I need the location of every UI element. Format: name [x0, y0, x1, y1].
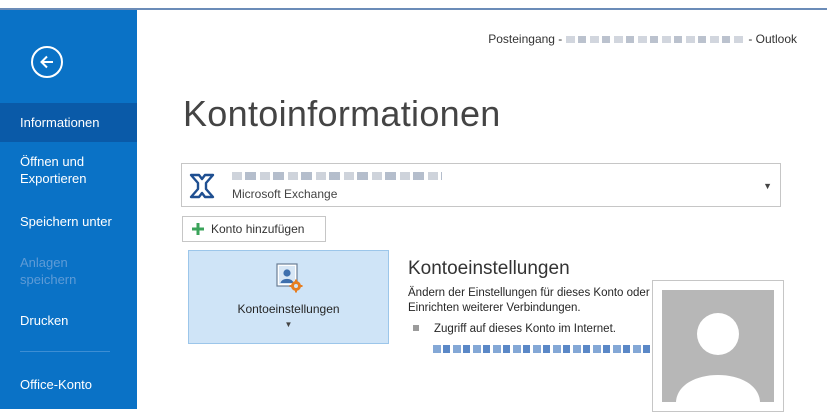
sidebar-item-label: Office-Konto	[20, 377, 93, 392]
window-title-suffix: - Outlook	[748, 32, 797, 46]
account-settings-description: Ändern der Einstellungen für dieses Kont…	[408, 287, 650, 314]
bullet-icon	[413, 325, 419, 331]
sidebar-item-office-konto[interactable]: Office-Konto	[0, 376, 137, 393]
sidebar-item-label-line2: Exportieren	[20, 171, 87, 186]
page-title: Kontoinformationen	[183, 93, 501, 134]
sidebar-item-drucken[interactable]: Drucken	[0, 312, 137, 329]
chevron-down-icon: ▼	[763, 181, 772, 191]
main-content: Posteingang - - Outlook Kontoinformatione…	[137, 10, 827, 412]
sidebar-divider	[20, 351, 110, 352]
default-person-icon	[662, 290, 774, 402]
redacted-account-name	[566, 36, 745, 44]
account-settings-icon	[276, 263, 303, 293]
account-selector[interactable]: Microsoft Exchange ▼	[181, 163, 781, 207]
account-type: Microsoft Exchange	[232, 187, 338, 201]
back-button[interactable]	[31, 46, 63, 78]
sidebar-item-label: Informationen	[20, 115, 100, 130]
sidebar-item-anlagen-speichern: Anlagen speichern	[0, 254, 137, 288]
sidebar-item-label-line2: speichern	[20, 272, 77, 287]
redacted-account-email	[232, 172, 442, 180]
account-settings-heading: Kontoeinstellungen	[408, 258, 570, 279]
account-settings-button[interactable]: Kontoeinstellungen ▼	[188, 250, 389, 344]
plus-icon	[192, 223, 204, 235]
add-account-button[interactable]: Konto hinzufügen	[182, 216, 326, 242]
backstage-sidebar: Informationen Öffnen und Exportieren Spe…	[0, 10, 137, 409]
sidebar-item-oeffnen-exportieren[interactable]: Öffnen und Exportieren	[0, 153, 137, 187]
back-arrow-icon	[40, 55, 53, 69]
web-access-link[interactable]	[433, 345, 651, 353]
sidebar-item-label-line1: Anlagen	[20, 255, 68, 270]
sidebar-item-label: Drucken	[20, 313, 69, 328]
web-access-text: Zugriff auf dieses Konto im Internet.	[434, 323, 616, 335]
sidebar-item-label: Speichern unter	[20, 214, 112, 229]
window-title: Posteingang - - Outlook	[488, 32, 797, 46]
window-top-edge	[0, 0, 827, 10]
add-account-label: Konto hinzufügen	[211, 222, 305, 236]
sidebar-item-label-line1: Öffnen und	[20, 154, 85, 169]
window-title-prefix: Posteingang -	[488, 32, 563, 46]
sidebar-item-informationen[interactable]: Informationen	[0, 103, 137, 142]
chevron-down-icon: ▼	[284, 320, 293, 329]
avatar[interactable]	[652, 280, 784, 412]
account-settings-button-label: Kontoeinstellungen	[237, 302, 340, 316]
exchange-icon	[189, 173, 215, 199]
sidebar-item-speichern-unter[interactable]: Speichern unter	[0, 213, 137, 230]
